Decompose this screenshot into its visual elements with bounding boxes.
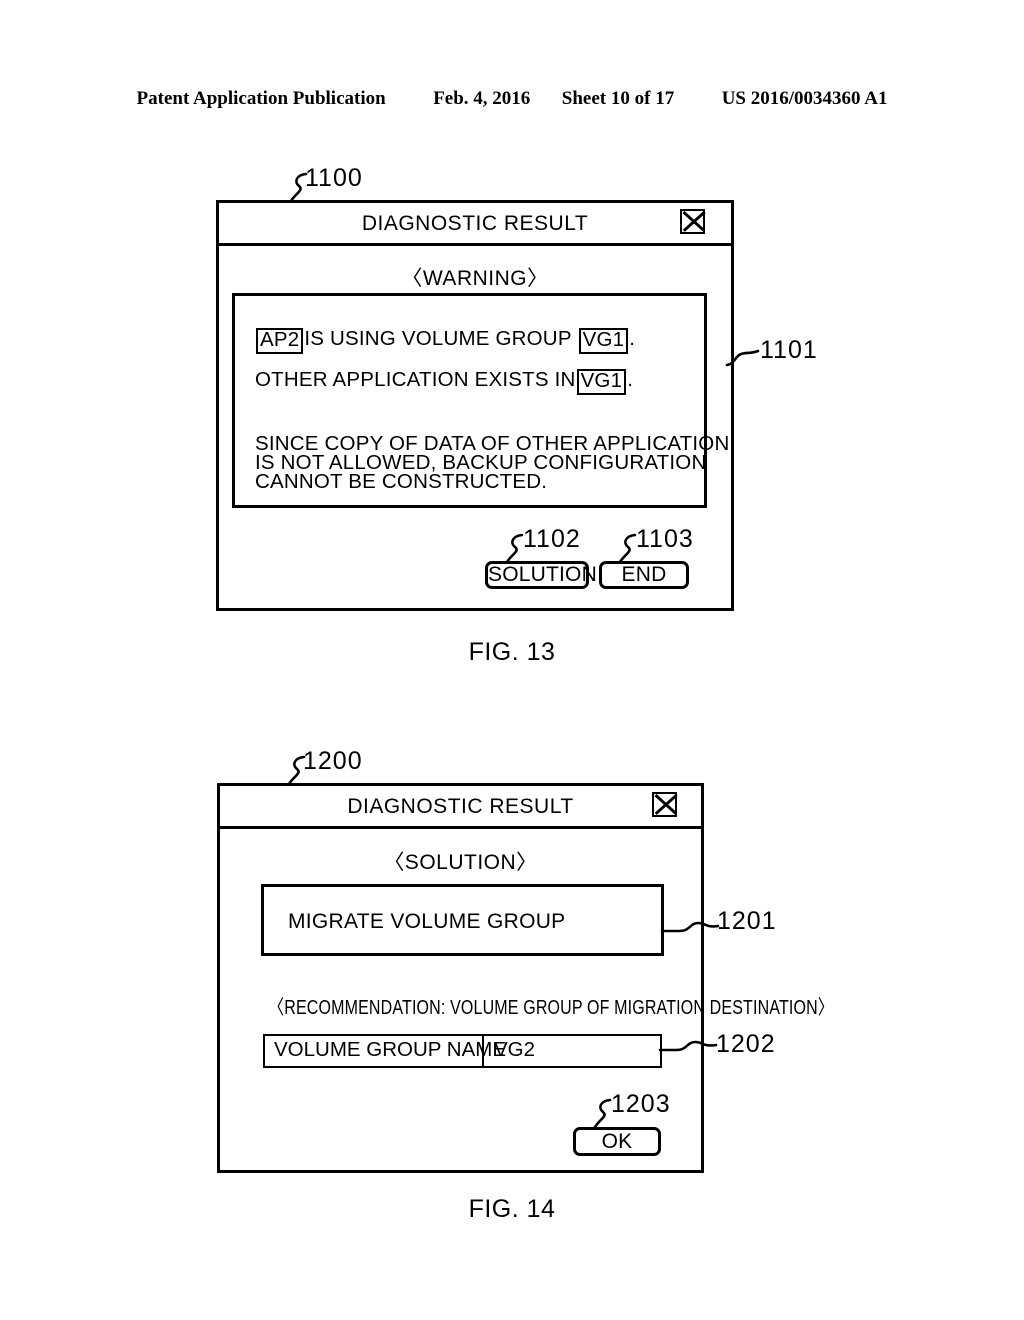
- solution-heading: 〈SOLUTION〉: [383, 851, 538, 874]
- reference-numeral-1200: 1200: [303, 747, 363, 775]
- close-icon-2[interactable]: [652, 792, 677, 817]
- solution-button[interactable]: SOLUTION: [485, 561, 597, 589]
- reference-numeral-1101: 1101: [760, 336, 818, 364]
- close-icon[interactable]: [680, 209, 705, 234]
- header-date: Feb. 4, 2016: [433, 88, 531, 109]
- migrate-volume-group-option[interactable]: MIGRATE VOLUME GROUP: [261, 884, 664, 956]
- warning-paragraph: SINCE COPY OF DATA OF OTHER APPLICATION …: [255, 433, 729, 493]
- reference-numeral-1102: 1102: [523, 525, 581, 553]
- warning-message-box: AP2 IS USING VOLUME GROUP VG1. OTHER APPL…: [232, 293, 729, 508]
- volume-group-table: VOLUME GROUP NAME VG2: [263, 1034, 662, 1068]
- warning-line-1-end: .: [629, 327, 636, 350]
- warning-line-2-text: OTHER APPLICATION EXISTS IN: [255, 368, 576, 391]
- migrate-volume-group-label: MIGRATE VOLUME GROUP: [288, 910, 566, 933]
- reference-numeral-1103: 1103: [636, 525, 694, 553]
- volume-group-token-2: VG1: [576, 369, 627, 395]
- reference-numeral-1203: 1203: [611, 1090, 671, 1118]
- warning-line-2-end: .: [627, 368, 634, 391]
- dialog-titlebar: DIAGNOSTIC RESULT: [219, 203, 731, 246]
- end-button[interactable]: END: [599, 561, 689, 589]
- warning-heading: 〈WARNING〉: [401, 267, 549, 290]
- figure-13-caption: FIG. 13: [468, 638, 556, 666]
- application-token: AP2: [256, 328, 304, 354]
- header-sheet: Sheet 10 of 17: [561, 88, 675, 109]
- warning-line-2: OTHER APPLICATION EXISTS IN VG1.: [255, 368, 634, 395]
- reference-numeral-1201: 1201: [717, 907, 777, 935]
- page-header: Patent Application Publication Feb. 4, 2…: [0, 88, 1024, 110]
- dialog-titlebar-2: DIAGNOSTIC RESULT: [220, 786, 701, 829]
- volume-group-token: VG1: [578, 328, 629, 354]
- dialog-title-2: DIAGNOSTIC RESULT: [347, 795, 574, 818]
- header-document-number: US 2016/0034360 A1: [721, 88, 888, 109]
- header-publication: Patent Application Publication: [136, 88, 386, 109]
- figure-14-caption: FIG. 14: [468, 1195, 556, 1223]
- volume-group-name-label: VOLUME GROUP NAME: [265, 1036, 506, 1066]
- volume-group-name-value: VG2: [494, 1038, 536, 1061]
- recommendation-heading: 〈RECOMMENDATION: VOLUME GROUP OF MIGRATI…: [268, 997, 834, 1019]
- ok-button[interactable]: OK: [573, 1127, 661, 1156]
- reference-numeral-1100: 1100: [305, 164, 363, 192]
- reference-numeral-1202: 1202: [716, 1030, 776, 1058]
- warning-line-1: AP2 IS USING VOLUME GROUP VG1.: [255, 327, 636, 354]
- dialog-title: DIAGNOSTIC RESULT: [361, 212, 589, 235]
- warning-line-1-mid: IS USING VOLUME GROUP: [304, 327, 572, 350]
- warning-paragraph-line-3: CANNOT BE CONSTRUCTED.: [255, 470, 548, 493]
